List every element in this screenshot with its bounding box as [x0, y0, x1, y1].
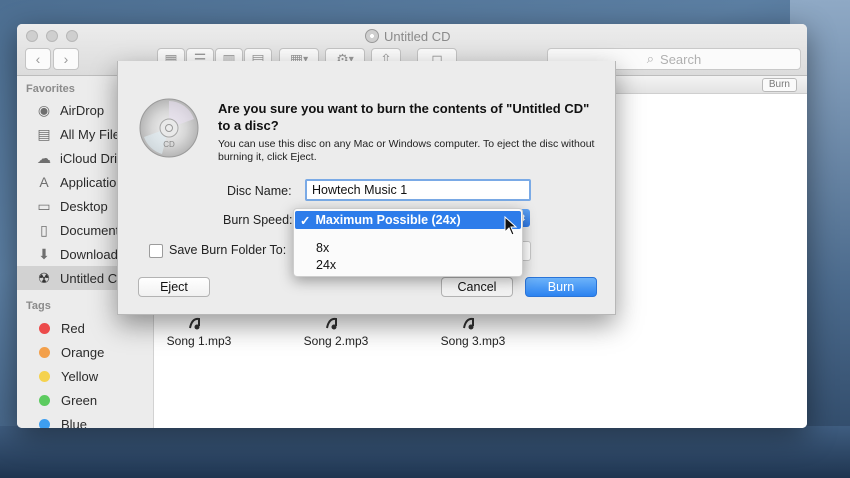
file-name: Song 2.mp3	[303, 334, 369, 348]
menu-item-maximum-possible[interactable]: ✓ Maximum Possible (24x)	[295, 211, 521, 229]
music-file-icon	[323, 316, 349, 330]
svg-text:CD: CD	[163, 140, 175, 149]
sidebar-item-label: Blue	[61, 416, 88, 429]
burn-speed-label: Burn Speed:	[223, 213, 293, 227]
desktop-background-bottom	[0, 426, 850, 478]
airdrop-icon: ◉	[37, 101, 51, 118]
cloud-icon: ☁	[37, 149, 51, 166]
documents-icon: ▯	[40, 221, 48, 238]
sidebar-tag-green[interactable]: Green	[17, 388, 154, 412]
sidebar-item-label: Orange	[61, 344, 105, 360]
cd-icon	[365, 29, 379, 43]
window-title-text: Untitled CD	[384, 28, 451, 44]
search-icon: ⌕	[646, 51, 655, 66]
sidebar-item-label: Red	[61, 320, 85, 336]
file-name: Song 3.mp3	[440, 334, 506, 348]
file-name: Song 1.mp3	[166, 334, 232, 348]
close-window-button[interactable]	[26, 30, 38, 42]
burn-speed-menu: ✓ Maximum Possible (24x) 8x 24x	[293, 208, 523, 277]
file-item[interactable]: Song 2.mp3	[286, 316, 386, 348]
sidebar-tag-orange[interactable]: Orange	[17, 340, 154, 364]
sidebar-item-label: Desktop	[60, 198, 108, 214]
menu-item-label: Maximum Possible (24x)	[315, 213, 461, 227]
disc-name-label: Disc Name:	[227, 184, 292, 198]
sidebar-tag-blue[interactable]: Blue	[17, 412, 154, 428]
sidebar-item-label: AirDrop	[60, 102, 105, 118]
sidebar-tag-red[interactable]: Red	[17, 316, 154, 340]
disc-name-field[interactable]	[305, 179, 531, 201]
search-placeholder: Search	[660, 51, 702, 67]
cd-icon: CD	[138, 97, 200, 159]
eject-button[interactable]: Eject	[138, 277, 210, 297]
favorites-heading: Favorites	[26, 83, 75, 95]
save-burn-folder-checkbox[interactable]	[149, 244, 163, 258]
cancel-button[interactable]: Cancel	[441, 277, 513, 297]
blue-tag-icon	[39, 418, 50, 428]
minimize-window-button[interactable]	[46, 30, 58, 42]
sidebar-item-label: Yellow	[61, 368, 99, 384]
sidebar-item-label: Green	[61, 392, 98, 408]
music-file-icon	[460, 316, 486, 330]
desktop-icon: ▭	[37, 197, 51, 214]
back-icon: ‹	[35, 51, 41, 67]
burn-button[interactable]: Burn	[525, 277, 597, 297]
menu-item-8x[interactable]: 8x	[316, 241, 329, 255]
music-file-icon	[186, 316, 212, 330]
orange-tag-icon	[39, 346, 50, 358]
green-tag-icon	[39, 394, 50, 406]
sidebar-item-label: Documents	[60, 222, 126, 238]
yellow-tag-icon	[39, 370, 50, 382]
zoom-window-button[interactable]	[66, 30, 78, 42]
save-burn-folder-label: Save Burn Folder To:	[169, 243, 287, 257]
window-title: Untitled CD	[365, 27, 450, 45]
tags-heading: Tags	[26, 300, 51, 312]
checkmark-icon: ✓	[300, 213, 311, 228]
file-item[interactable]: Song 1.mp3	[149, 316, 249, 348]
downloads-icon: ⬇	[38, 245, 50, 262]
menu-item-24x[interactable]: 24x	[316, 258, 336, 272]
applications-icon: A	[39, 174, 49, 190]
forward-button[interactable]: ›	[53, 48, 79, 70]
burn-disc-icon: ☢	[37, 269, 51, 286]
sidebar-item-label: Downloads	[60, 246, 125, 262]
dialog-title: Are you sure you want to burn the conten…	[218, 101, 590, 133]
all-files-icon: ▤	[37, 125, 51, 142]
red-tag-icon	[39, 322, 50, 334]
file-item[interactable]: Song 3.mp3	[423, 316, 523, 348]
forward-icon: ›	[63, 51, 69, 67]
back-button[interactable]: ‹	[25, 48, 51, 70]
sidebar-tag-yellow[interactable]: Yellow	[17, 364, 154, 388]
burn-bar-button[interactable]: Burn	[761, 78, 797, 92]
dialog-message: You can use this disc on any Mac or Wind…	[218, 138, 595, 163]
